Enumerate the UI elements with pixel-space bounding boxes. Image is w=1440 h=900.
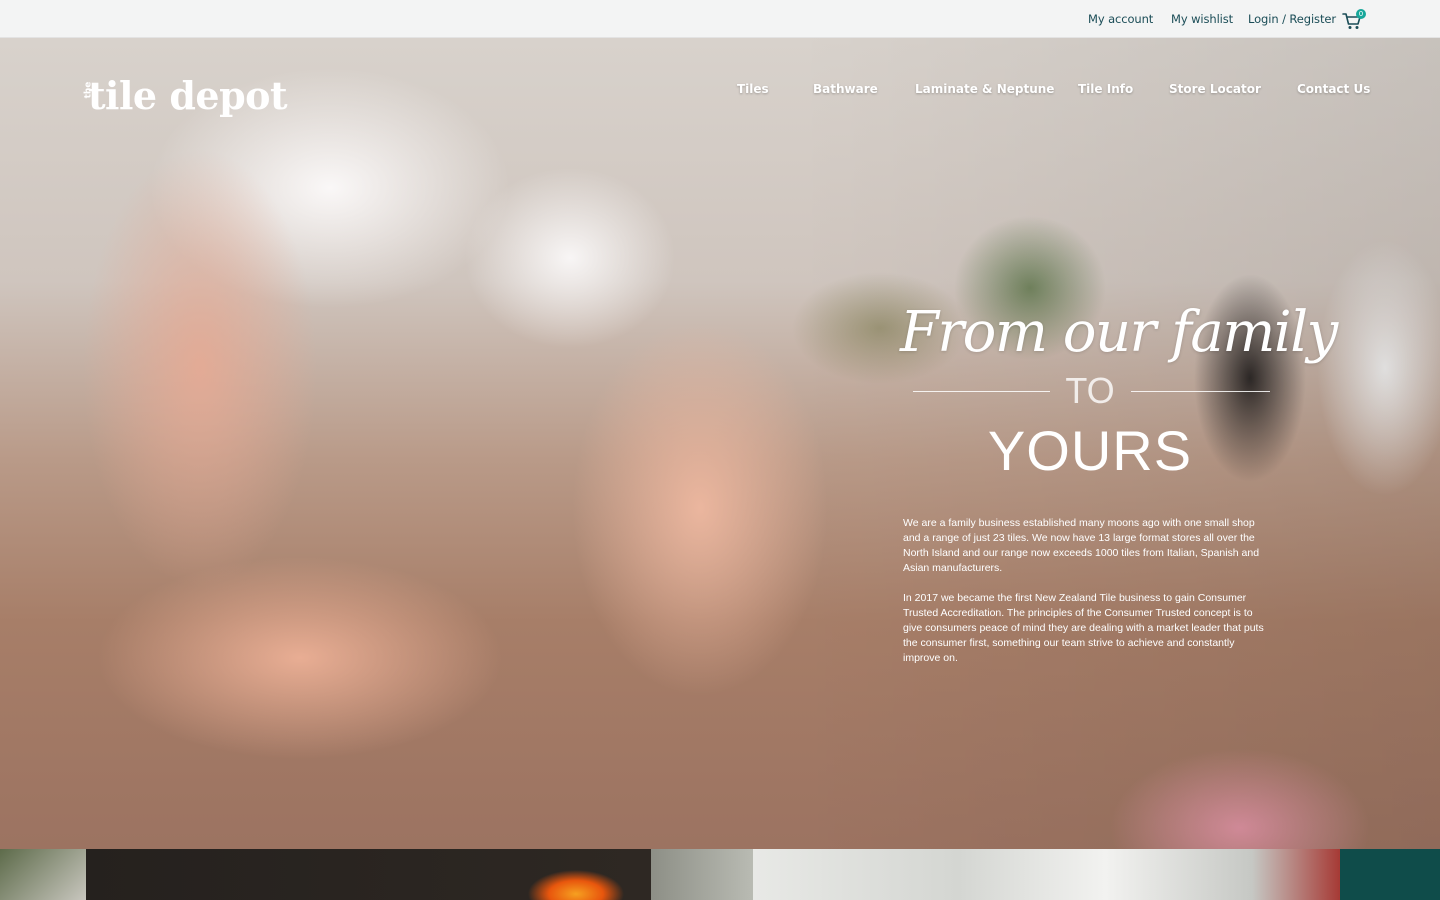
tile-image-teal-panel[interactable] xyxy=(1340,849,1440,900)
hero-overlay xyxy=(0,38,1440,849)
cart-button[interactable]: 0 xyxy=(1342,9,1368,31)
my-account-link[interactable]: My account xyxy=(1088,12,1153,26)
hero-paragraph: In 2017 we became the first New Zealand … xyxy=(903,592,1264,664)
hero-copy: We are a family business established man… xyxy=(903,516,1273,666)
cart-count-badge: 0 xyxy=(1356,9,1366,19)
nav-item-laminate-neptune[interactable]: Laminate & Neptune xyxy=(915,82,1054,96)
nav-item-tile-info[interactable]: Tile Info xyxy=(1078,82,1133,96)
hero-script-heading: From our family xyxy=(900,300,1338,365)
utility-bar: My account My wishlist Login / Register … xyxy=(0,0,1440,38)
tile-image-plant[interactable] xyxy=(0,849,86,900)
hero-connector-text: TO xyxy=(1065,370,1115,411)
hero-rule-left xyxy=(913,391,1050,392)
tile-image-room[interactable] xyxy=(753,849,1340,900)
hero-rule-right xyxy=(1131,391,1270,392)
login-register-link[interactable]: Login / Register xyxy=(1248,12,1336,26)
hero-big-heading: YOURS xyxy=(987,419,1193,482)
nav-item-tiles[interactable]: Tiles xyxy=(737,82,769,96)
tile-image-wall[interactable] xyxy=(651,849,753,900)
logo-wordmark: tile depot xyxy=(88,73,288,118)
category-image-strip xyxy=(0,849,1440,900)
hero-paragraph: We are a family business established man… xyxy=(903,517,1260,574)
nav-item-store-locator[interactable]: Store Locator xyxy=(1169,82,1261,96)
tile-image-fireplace[interactable] xyxy=(86,849,651,900)
brand-logo[interactable]: the tile depot xyxy=(80,73,290,123)
nav-item-bathware[interactable]: Bathware xyxy=(813,82,878,96)
hero-banner: the tile depot Tiles Bathware Laminate &… xyxy=(0,38,1440,849)
nav-item-contact-us[interactable]: Contact Us xyxy=(1297,82,1370,96)
my-wishlist-link[interactable]: My wishlist xyxy=(1171,12,1233,26)
